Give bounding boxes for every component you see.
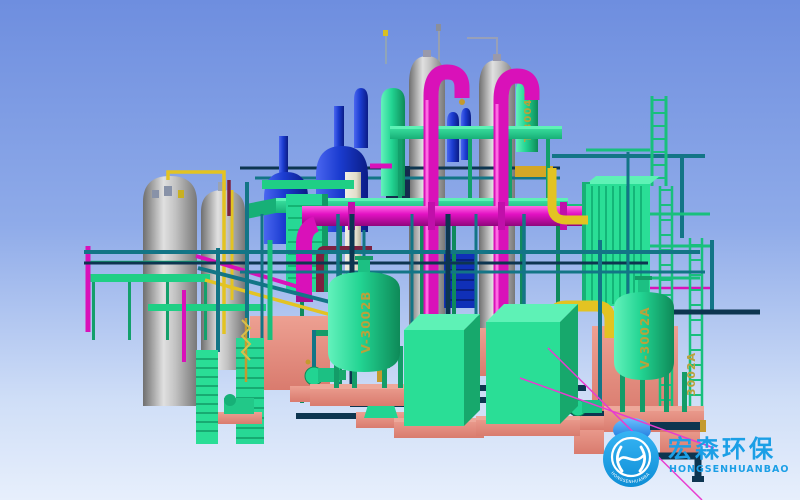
vessel-v3002b-label: V-3002B — [359, 291, 373, 354]
plant-3d-model[interactable]: T-3004A — [0, 0, 800, 500]
storage-tank-1 — [143, 176, 197, 406]
plate-heat-exchanger-right[interactable] — [582, 96, 666, 308]
green-tanks[interactable] — [394, 304, 580, 438]
foundation-label-3002a: 3002A — [685, 352, 698, 396]
storage-tanks-left[interactable] — [143, 172, 245, 406]
vessel-v3002a-label: V-3002A — [638, 306, 652, 369]
logo-text-cn: 宏森环保 — [668, 435, 776, 463]
cad-viewport-3d[interactable]: T-3004A — [0, 0, 800, 500]
logo-text-en: HONGSENHUANBAO — [669, 464, 789, 475]
